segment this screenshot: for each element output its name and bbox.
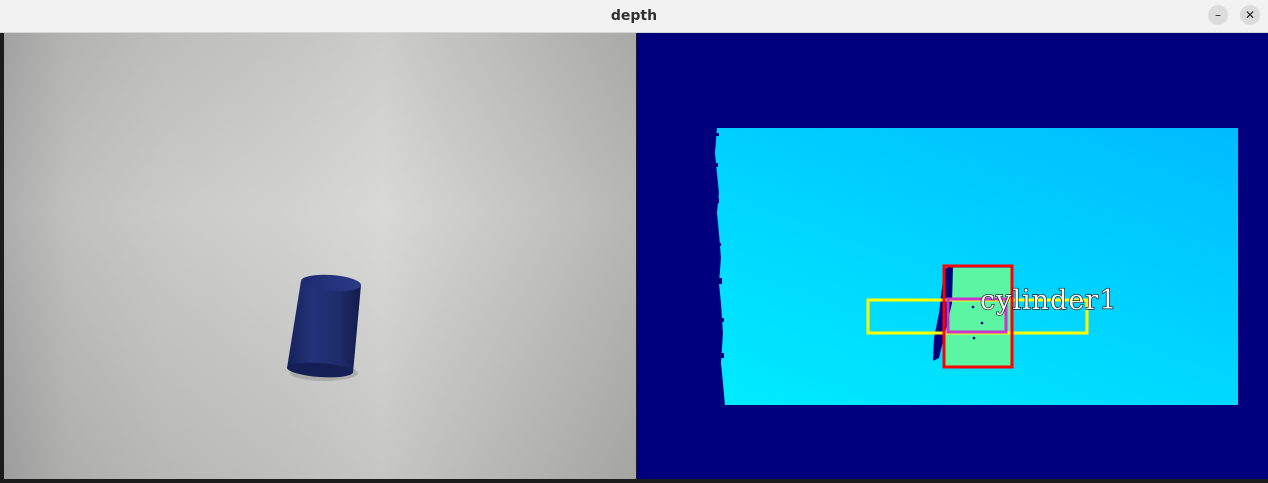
title-bar[interactable]: depth – ✕ bbox=[0, 0, 1268, 33]
image-area: cylinder1 bbox=[0, 33, 1268, 483]
close-button[interactable]: ✕ bbox=[1240, 5, 1260, 25]
detection-label: cylinder1 bbox=[980, 285, 1117, 316]
object-depth-region bbox=[943, 268, 1011, 368]
depth-window: depth – ✕ cylinder1 bbox=[0, 0, 1268, 483]
window-title: depth bbox=[610, 8, 658, 24]
minimize-icon: – bbox=[1215, 8, 1221, 22]
close-icon: ✕ bbox=[1244, 8, 1256, 22]
depth-map-canvas: cylinder1 bbox=[714, 128, 1238, 405]
depth-map-view: cylinder1 bbox=[637, 33, 1268, 479]
rgb-camera-view bbox=[4, 33, 636, 479]
cylinder-object-image bbox=[287, 274, 361, 381]
minimize-button[interactable]: – bbox=[1208, 5, 1228, 25]
